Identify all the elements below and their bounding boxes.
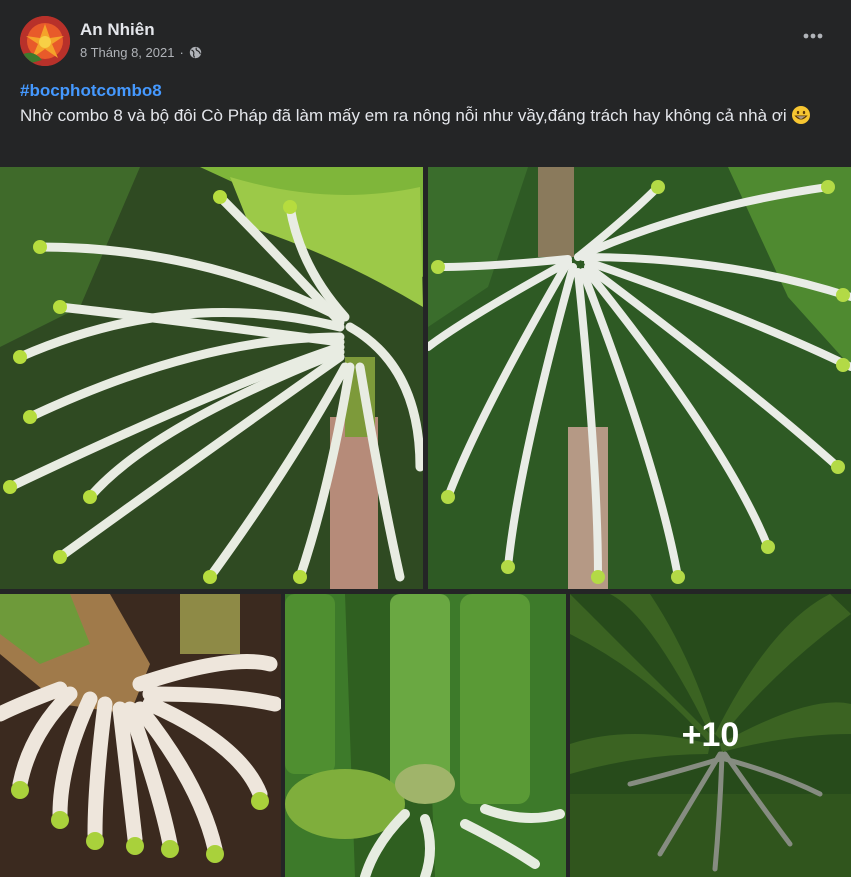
post-date[interactable]: 8 Tháng 8, 2021 <box>80 45 174 60</box>
post-photo-5[interactable]: +10 <box>570 594 851 877</box>
more-horizontal-icon <box>803 33 823 39</box>
post-header: An Nhiên 8 Tháng 8, 2021 · <box>20 16 831 68</box>
author-name[interactable]: An Nhiên <box>80 20 155 40</box>
hashtag-link[interactable]: #bocphotcombo8 <box>20 78 820 103</box>
post-meta: 8 Tháng 8, 2021 · <box>80 45 202 60</box>
post-options-button[interactable] <box>795 18 831 54</box>
post-text: #bocphotcombo8 Nhờ combo 8 và bộ đôi Cò … <box>20 78 820 128</box>
globe-icon[interactable] <box>189 46 202 59</box>
post-body: Nhờ combo 8 và bộ đôi Cò Pháp đã làm mấy… <box>20 106 787 125</box>
grinning-face-emoji <box>792 106 811 124</box>
post-photo-4[interactable] <box>285 594 566 877</box>
post-photo-3[interactable] <box>0 594 281 877</box>
facebook-post: An Nhiên 8 Tháng 8, 2021 · #bocphotcombo… <box>0 0 851 877</box>
post-photo-1[interactable] <box>0 167 423 589</box>
post-photo-2[interactable] <box>428 167 851 589</box>
author-avatar[interactable] <box>20 16 70 66</box>
more-photos-overlay[interactable]: +10 <box>570 594 851 877</box>
